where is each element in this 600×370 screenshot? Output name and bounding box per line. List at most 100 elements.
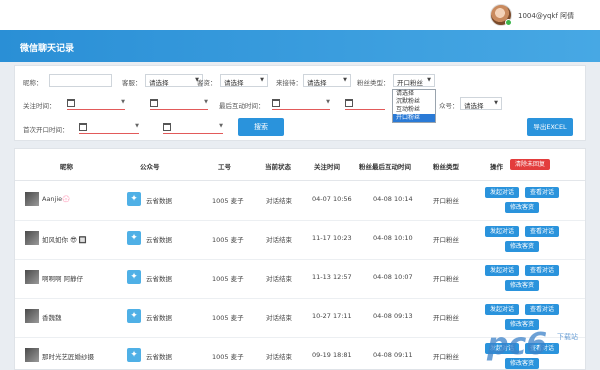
table-row: Aanjie💮 ✦ 云省数据 1005 麦子 对话结束 04-07 10:56 04-08 … — [15, 182, 585, 221]
chevron-down-icon: ▼ — [121, 99, 125, 105]
table-row: 啊啊啊 阿静仔 ✦ 云省数据 1005 麦子 对话结束 11-13 12:57 04-08 … — [15, 260, 585, 299]
view-chat-button[interactable]: 查看对话 — [525, 265, 559, 276]
receiver-label: 来接待： — [276, 79, 302, 87]
last-interaction-start[interactable]: ▼ — [272, 97, 330, 110]
work-id-cell: 1005 麦子 — [212, 353, 244, 361]
official-account-value: 请选择 — [464, 102, 484, 110]
receiver-value: 请选择 — [307, 79, 327, 87]
edit-profile-button[interactable]: 修改客资 — [505, 280, 539, 291]
official-account-cell: 云省数据 — [146, 197, 172, 205]
first-open-label: 首次开口时间： — [23, 126, 69, 134]
fan-type-cell: 开口粉丝 — [433, 236, 459, 244]
fan-type-option[interactable]: 互动粉丝 — [393, 106, 435, 114]
view-chat-button[interactable]: 查看对话 — [525, 226, 559, 237]
page-title: 微信聊天记录 — [20, 44, 75, 54]
column-header-official-account: 公众号 — [140, 163, 160, 171]
follow-time-start[interactable]: ▼ — [67, 97, 125, 110]
start-chat-button[interactable]: 发起对话 — [485, 187, 519, 198]
follow-time-label: 关注时间： — [23, 102, 56, 110]
user-name[interactable]: 1004@yqkf 阿倩 — [518, 11, 574, 21]
fan-type-label: 粉丝类型： — [357, 79, 390, 87]
column-header-fan-type: 粉丝类型 — [433, 163, 459, 171]
edit-profile-button[interactable]: 修改客资 — [505, 241, 539, 252]
official-account-select[interactable]: 请选择 ▼ — [460, 97, 502, 110]
last-interaction-cell: 04-08 09:11 — [373, 351, 413, 359]
search-button[interactable]: 搜索 — [238, 118, 284, 136]
nickname-cell: 啊啊啊 阿静仔 — [42, 275, 84, 283]
watermark-text: 下载站 — [557, 333, 578, 341]
column-header-nickname: 昵称 — [60, 163, 73, 171]
column-header-actions: 操作 — [490, 163, 503, 171]
fan-type-value: 开口粉丝 — [397, 79, 423, 87]
nickname-avatar — [25, 231, 39, 245]
twitter-bird-icon: ✦ — [127, 192, 141, 206]
chevron-down-icon: ▼ — [260, 77, 264, 83]
twitter-bird-icon: ✦ — [127, 270, 141, 284]
chevron-down-icon: ▼ — [427, 77, 431, 83]
chevron-down-icon: ▼ — [219, 123, 223, 129]
official-account-label: 众号： — [439, 102, 459, 110]
nickname-cell: Aanjie💮 — [42, 195, 71, 203]
twitter-bird-icon: ✦ — [127, 231, 141, 245]
first-open-start[interactable]: ▼ — [79, 121, 139, 134]
official-account-cell: 云省数据 — [146, 275, 172, 283]
start-chat-button[interactable]: 发起对话 — [485, 265, 519, 276]
calendar-icon — [150, 99, 158, 107]
table-row: 如风如你 😎 🔲 ✦ 云省数据 1005 麦子 对话结束 11-17 10:23 04-08… — [15, 221, 585, 260]
nickname-avatar — [25, 192, 39, 206]
work-id-cell: 1005 麦子 — [212, 197, 244, 205]
official-account-cell: 云省数据 — [146, 314, 172, 322]
fan-type-option-selected[interactable]: 开口粉丝 — [393, 114, 435, 122]
filter-panel: 昵称： 客服： 请选择 ▼ 客资： 请选择 ▼ 来接待： 请选择 ▼ 粉丝类型：… — [14, 65, 586, 141]
top-bar: 1004@yqkf 阿倩 — [0, 0, 600, 30]
nickname-avatar — [25, 270, 39, 284]
chevron-down-icon: ▼ — [343, 77, 347, 83]
consultant-select[interactable]: 请选择 ▼ — [220, 74, 268, 87]
nickname-input[interactable] — [49, 74, 112, 87]
nickname-cell: 香魏魏 — [42, 314, 62, 322]
page-header: 微信聊天记录 — [0, 30, 600, 62]
first-open-end[interactable]: ▼ — [163, 121, 223, 134]
calendar-icon — [163, 123, 171, 131]
nickname-avatar — [25, 309, 39, 323]
last-interaction-cell: 04-08 10:14 — [373, 195, 413, 203]
follow-time-cell: 11-13 12:57 — [312, 273, 352, 281]
fan-type-option[interactable]: 沉默粉丝 — [393, 98, 435, 106]
follow-time-end[interactable]: ▼ — [150, 97, 208, 110]
column-header-status: 当前状态 — [265, 163, 291, 171]
status-cell: 对话结束 — [266, 236, 292, 244]
status-cell: 对话结束 — [266, 197, 292, 205]
column-header-work-id: 工号 — [218, 163, 231, 171]
receiver-select[interactable]: 请选择 ▼ — [303, 74, 351, 87]
status-cell: 对话结束 — [266, 314, 292, 322]
view-chat-button[interactable]: 查看对话 — [525, 304, 559, 315]
fan-type-option[interactable]: 请选择 — [393, 90, 435, 98]
customer-service-label: 客服： — [122, 79, 142, 87]
header-divider — [15, 180, 585, 181]
customer-service-select[interactable]: 请选择 ▼ — [145, 74, 203, 87]
customer-service-value: 请选择 — [149, 79, 169, 87]
edit-profile-button[interactable]: 修改客资 — [505, 202, 539, 213]
start-chat-button[interactable]: 发起对话 — [485, 226, 519, 237]
work-id-cell: 1005 麦子 — [212, 275, 244, 283]
consultant-label: 客资： — [197, 79, 217, 87]
nickname-avatar — [25, 348, 39, 362]
fan-type-cell: 开口粉丝 — [433, 353, 459, 361]
online-status-icon — [505, 19, 512, 26]
clear-unreplied-button[interactable]: 清除未回复 — [510, 159, 550, 170]
fan-type-dropdown: 请选择 沉默粉丝 互动粉丝 开口粉丝 — [392, 89, 436, 123]
chevron-down-icon: ▼ — [135, 123, 139, 129]
follow-time-cell: 10-27 17:11 — [312, 312, 352, 320]
watermark-logo: pc6 下载站 — [487, 327, 597, 367]
work-id-cell: 1005 麦子 — [212, 314, 244, 322]
chevron-down-icon: ▼ — [494, 100, 498, 106]
last-interaction-end[interactable] — [345, 97, 385, 110]
view-chat-button[interactable]: 查看对话 — [525, 187, 559, 198]
column-header-last-interaction: 粉丝最后互动时间 — [359, 163, 411, 171]
fan-type-select[interactable]: 开口粉丝 ▼ — [393, 74, 435, 87]
start-chat-button[interactable]: 发起对话 — [485, 304, 519, 315]
follow-time-cell: 09-19 18:81 — [312, 351, 352, 359]
last-interaction-label: 最后互动时间： — [219, 102, 265, 110]
export-excel-button[interactable]: 导出EXCEL — [527, 118, 573, 136]
follow-time-cell: 04-07 10:56 — [312, 195, 352, 203]
